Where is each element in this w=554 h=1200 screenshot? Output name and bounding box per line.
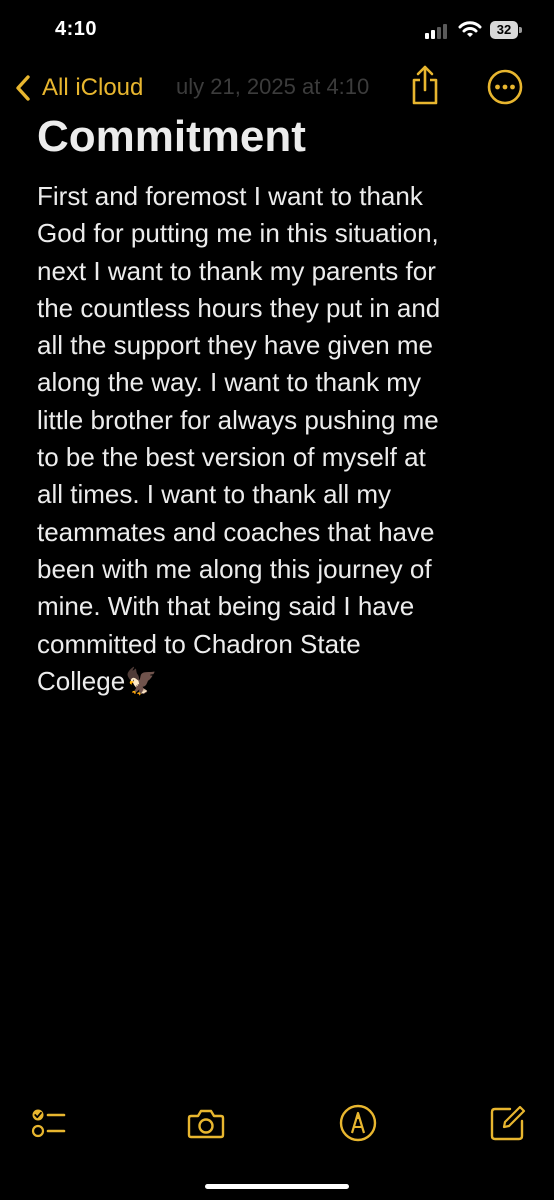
note-line: little brother for always pushing me [37,404,439,435]
note-line: God for putting me in this situation, [37,218,439,249]
note-line: next I want to thank my parents for [37,255,436,286]
status-bar: 4:10 32 [0,0,554,60]
note-line: mine. With that being said I have [37,591,415,622]
status-time: 4:10 [55,18,98,40]
note-line: the countless hours they put in and [37,292,441,323]
note-line: College🦅 [37,665,158,696]
camera-icon[interactable] [186,1103,226,1143]
bottom-toolbar [0,1095,554,1155]
compose-icon[interactable] [488,1103,528,1143]
note-date-faded: uly 21, 2025 at 4:10 [176,74,370,99]
back-label: All iCloud [42,74,144,101]
nav-bar: uly 21, 2025 at 4:10 All iCloud [0,60,554,116]
note-line: all the support they have given me [37,330,434,361]
more-options-icon[interactable] [487,69,523,105]
battery-tip [519,27,522,33]
chevron-left-icon [16,75,30,101]
note-title[interactable]: Commitment [37,112,306,162]
note-line: all times. I want to thank all my [37,479,392,510]
checklist-icon[interactable] [28,1103,68,1143]
note-line: along the way. I want to thank my [37,367,421,398]
note-line: First and foremost I want to thank [37,181,423,211]
back-button[interactable]: All iCloud [14,68,143,108]
markup-pen-icon[interactable] [338,1103,378,1143]
home-indicator[interactable] [205,1184,349,1189]
cellular-signal-icon [425,23,451,39]
note-line: teammates and coaches that have [37,516,435,547]
note-line: been with me along this journey of [37,553,432,584]
note-body[interactable]: First and foremost I want to thank God f… [37,178,527,700]
note-line: to be the best version of myself at [37,442,426,473]
wifi-icon [458,21,482,37]
note-line: committed to Chadron State [37,628,361,659]
battery-icon: 32 [490,21,518,39]
share-icon[interactable] [409,64,441,106]
